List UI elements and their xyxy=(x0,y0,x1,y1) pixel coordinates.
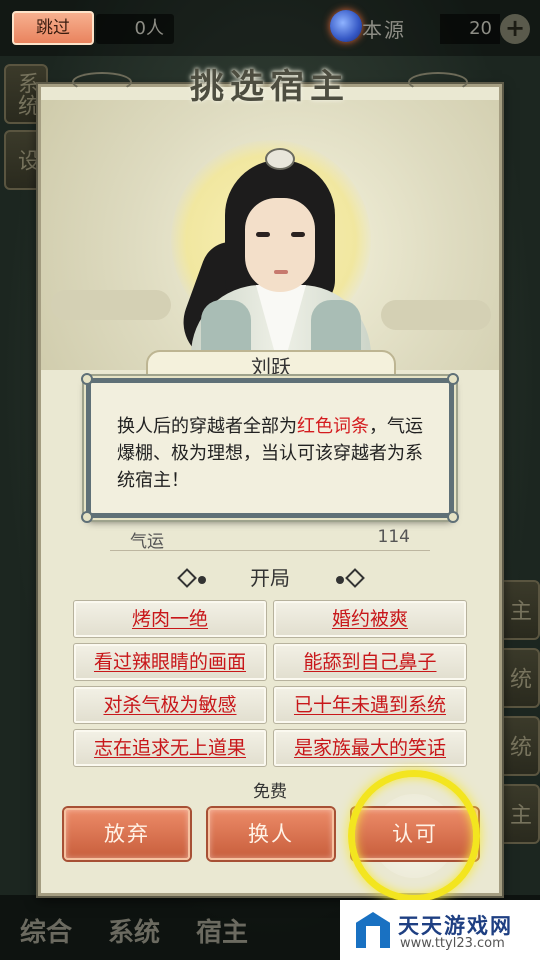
character-hair-crown xyxy=(265,148,295,170)
stat-divider xyxy=(110,550,430,551)
side-tab-right-3[interactable]: 统 xyxy=(496,716,540,776)
stat-value: 114 xyxy=(377,527,410,547)
corner-knob-icon xyxy=(81,373,93,385)
trait-tag[interactable]: 能舔到自己鼻子 xyxy=(273,643,467,681)
origin-value: 20 xyxy=(440,14,500,44)
trait-tag[interactable]: 已十年未遇到系统 xyxy=(273,686,467,724)
panel-title: 挑选宿主 xyxy=(190,66,350,107)
corner-knob-icon xyxy=(447,511,459,523)
trait-tag[interactable]: 烤肉一绝 xyxy=(73,600,267,638)
tooltip-text: 换人后的穿越者全部为红色词条，气运爆棚、极为理想，当认可该穿越者为系统宿主！ xyxy=(117,413,437,494)
dot-ornament-icon xyxy=(336,576,344,584)
change-host-button[interactable]: 换人 xyxy=(208,808,334,860)
corner-knob-icon xyxy=(81,511,93,523)
character-eye xyxy=(291,232,305,237)
origin-label: 本源 xyxy=(362,18,406,42)
trait-tag[interactable]: 是家族最大的笑话 xyxy=(273,729,467,767)
trait-tag[interactable]: 志在追求无上道果 xyxy=(73,729,267,767)
watermark-logo-door xyxy=(366,926,380,948)
give-up-button[interactable]: 放弃 xyxy=(64,808,190,860)
fee-label: 免费 xyxy=(253,782,287,802)
side-tab-right-1[interactable]: 主 xyxy=(496,580,540,640)
title-swirl-right xyxy=(408,72,468,92)
trait-tag[interactable]: 看过辣眼睛的画面 xyxy=(73,643,267,681)
tutorial-highlight-ring xyxy=(348,770,480,902)
stat-label: 气运 xyxy=(130,532,164,552)
character-eye xyxy=(256,232,270,237)
origin-orb-icon xyxy=(330,10,362,42)
title-swirl-left xyxy=(72,72,132,92)
character-mouth xyxy=(274,270,288,274)
tooltip-text-before: 换人后的穿越者全部为 xyxy=(117,416,297,437)
nav-item-overview[interactable]: 综合 xyxy=(20,912,72,949)
trait-tag[interactable]: 对杀气极为敏感 xyxy=(73,686,267,724)
tutorial-tooltip: 换人后的穿越者全部为红色词条，气运爆棚、极为理想，当认可该穿越者为系统宿主！ xyxy=(81,373,459,523)
side-tab-right-4[interactable]: 主 xyxy=(496,784,540,844)
side-tab-right-2[interactable]: 统 xyxy=(496,648,540,708)
site-watermark: 天天游戏网 www.ttyl23.com xyxy=(340,900,540,960)
skip-button[interactable]: 跳过 xyxy=(12,11,94,45)
add-origin-button[interactable]: + xyxy=(500,14,530,44)
cloud-decoration xyxy=(51,290,171,320)
cloud-decoration xyxy=(381,300,491,330)
panel-title-bar: 挑选宿主 xyxy=(72,58,468,108)
character-portrait xyxy=(41,100,499,370)
stat-row-luck: 气运 114 xyxy=(130,527,430,552)
nav-item-system[interactable]: 系统 xyxy=(108,912,160,949)
watermark-url: www.ttyl23.com xyxy=(400,936,505,951)
people-count: 0人 xyxy=(96,14,174,44)
character-face xyxy=(245,198,315,292)
trait-tag[interactable]: 婚约被爽 xyxy=(273,600,467,638)
tooltip-text-highlight: 红色词条 xyxy=(297,416,369,437)
corner-knob-icon xyxy=(447,373,459,385)
nav-item-host[interactable]: 宿主 xyxy=(196,912,248,949)
